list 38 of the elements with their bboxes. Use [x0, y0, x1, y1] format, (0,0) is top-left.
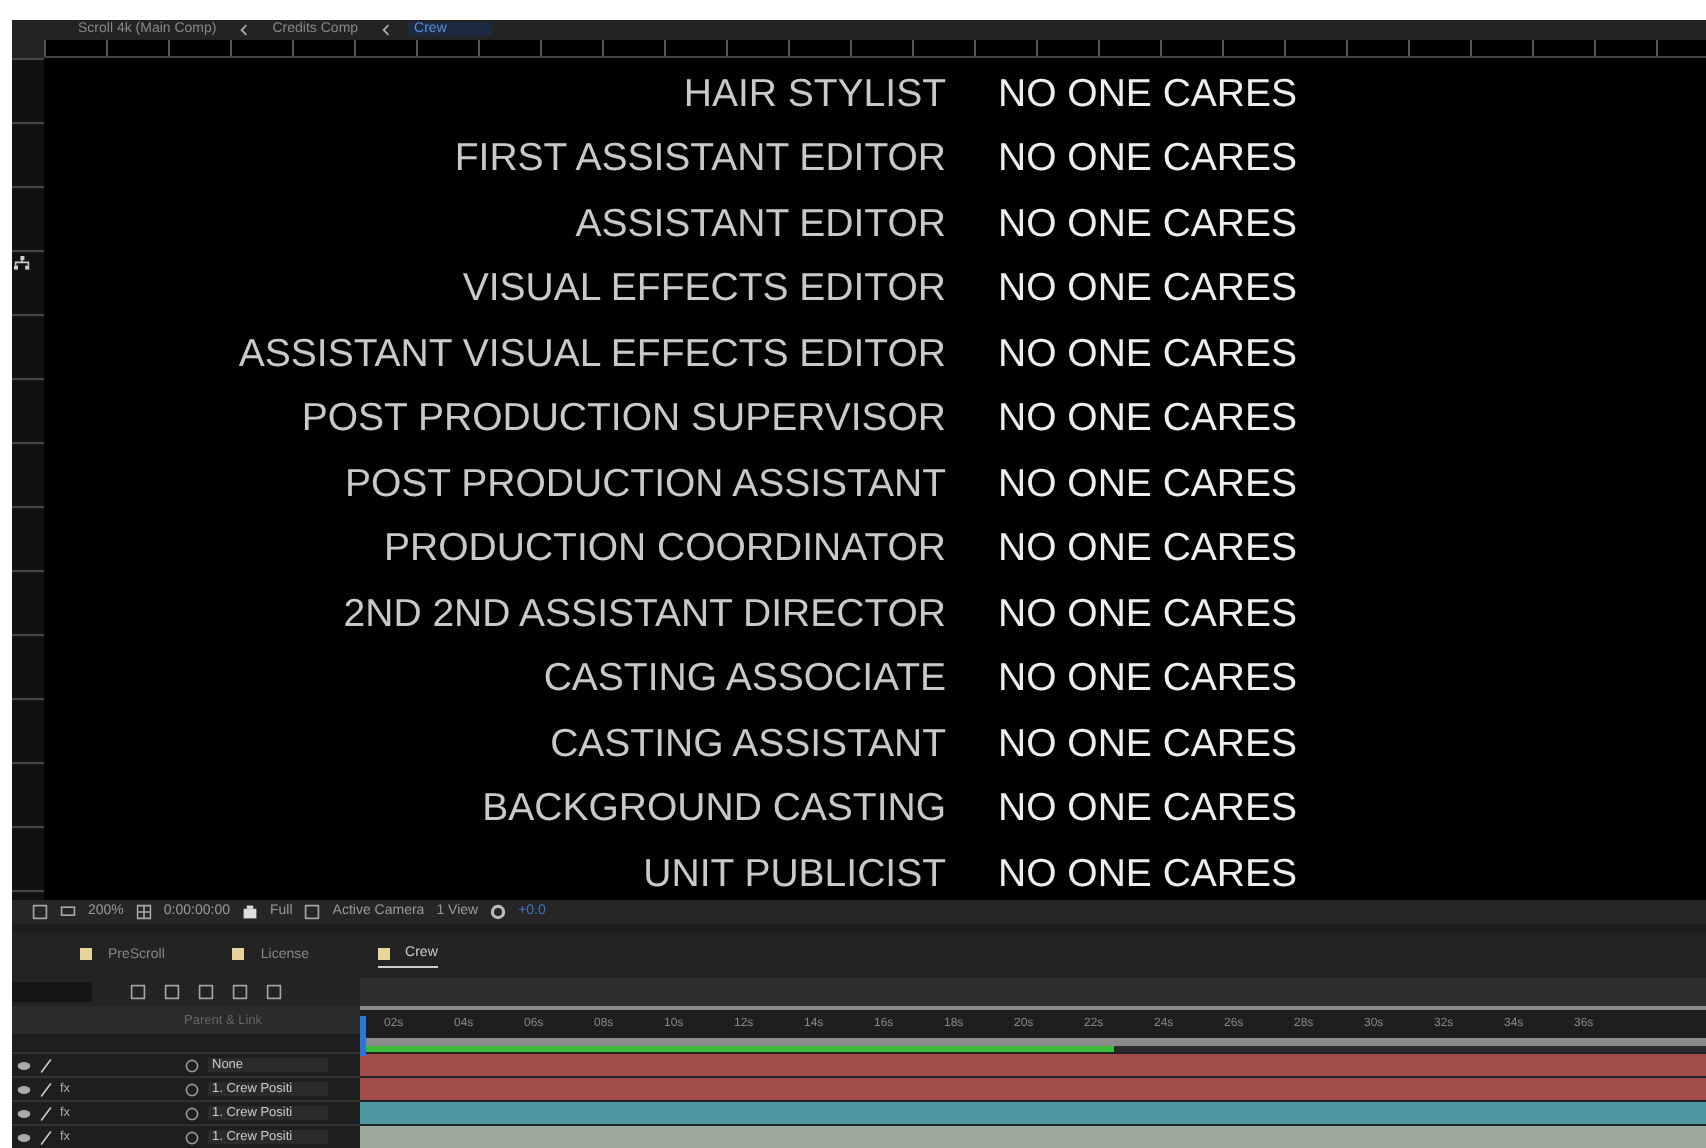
credit-name: NO ONE CARES [998, 589, 1298, 639]
credit-role: VISUAL EFFECTS EDITOR [460, 264, 946, 314]
credit-role: UNIT PUBLICIST [641, 849, 946, 899]
monitor-icon[interactable] [60, 903, 76, 920]
credit-name: NO ONE CARES [998, 199, 1298, 249]
layer-bar[interactable] [360, 1124, 1706, 1148]
credit-role: POST PRODUCTION ASSISTANT [343, 459, 946, 509]
credit-role: ASSISTANT VISUAL EFFECTS EDITOR [236, 329, 946, 379]
credit-name: NO ONE CARES [998, 394, 1298, 444]
layer-bar[interactable] [360, 1076, 1706, 1100]
credit-name: NO ONE CARES [998, 134, 1298, 184]
credit-role: 2ND 2ND ASSISTANT DIRECTOR [341, 589, 946, 639]
credit-name: NO ONE CARES [998, 264, 1298, 314]
credit-name: NO ONE CARES [998, 329, 1298, 379]
credit-name: NO ONE CARES [998, 524, 1298, 574]
credit-name: NO ONE CARES [998, 719, 1298, 769]
navigator-bar[interactable] [360, 978, 1706, 1010]
credit-role: ASSISTANT EDITOR [573, 199, 946, 249]
hierarchy-icon[interactable] [14, 255, 30, 271]
credit-role: CASTING ASSISTANT [548, 719, 946, 769]
search-field[interactable] [12, 982, 92, 1002]
credit-name: NO ONE CARES [998, 654, 1298, 704]
chevron-icon[interactable] [380, 23, 393, 36]
credit-role: POST PRODUCTION SUPERVISOR [299, 394, 946, 444]
camera-icon[interactable] [242, 903, 258, 920]
credit-name: NO ONE CARES [998, 849, 1298, 899]
credit-role: CASTING ASSOCIATE [541, 654, 946, 704]
credit-name: NO ONE CARES [998, 459, 1298, 509]
credit-name: NO ONE CARES [998, 69, 1298, 119]
credit-role: BACKGROUND CASTING [480, 784, 946, 834]
chevron-icon[interactable] [238, 23, 251, 36]
grid-icon[interactable] [135, 903, 152, 920]
credit-role: FIRST ASSISTANT EDITOR [452, 134, 946, 184]
layer-bar[interactable] [360, 1100, 1706, 1124]
layer-bar[interactable] [360, 1052, 1706, 1076]
credit-role: HAIR STYLIST [681, 69, 946, 119]
credit-name: NO ONE CARES [998, 784, 1298, 834]
credit-role: PRODUCTION COORDINATOR [382, 524, 946, 574]
